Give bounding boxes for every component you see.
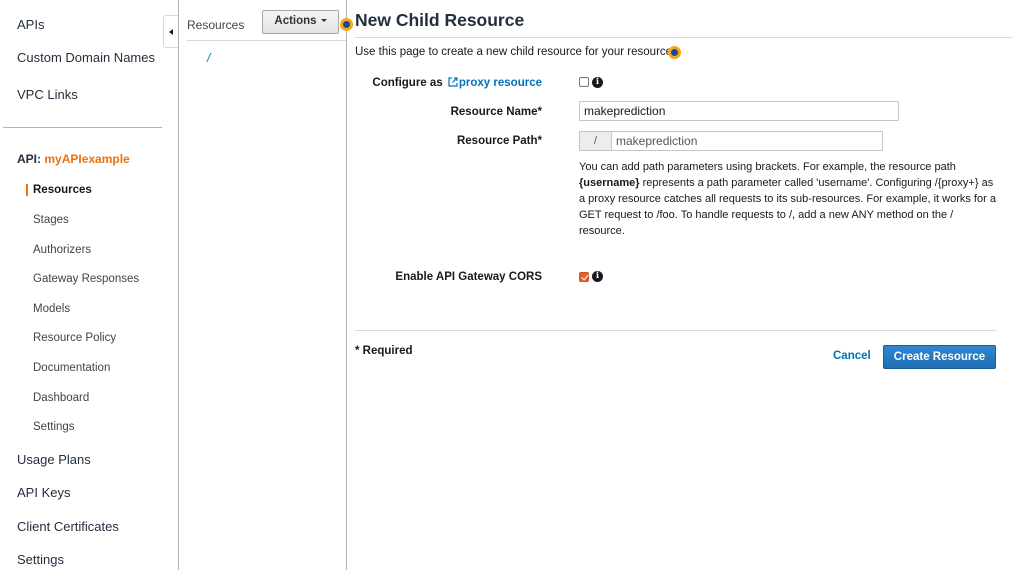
resource-path-label: Resource Path* xyxy=(456,135,542,147)
nav-item-stages[interactable]: Stages xyxy=(33,214,69,226)
nav-item-vpc-links[interactable]: VPC Links xyxy=(17,87,78,102)
actions-dropdown-button[interactable]: Actions xyxy=(262,10,339,34)
nav-item-usage-plans[interactable]: Usage Plans xyxy=(17,452,91,467)
nav-item-resources[interactable]: Resources xyxy=(33,184,92,196)
proxy-label-prefix: Configure as xyxy=(372,77,443,89)
intro-text-content: Use this page to create a new child reso… xyxy=(355,46,676,58)
nav-divider xyxy=(3,127,162,128)
intro-text: Use this page to create a new child reso… xyxy=(355,46,675,58)
resources-heading: Resources xyxy=(187,18,245,32)
active-indicator xyxy=(26,184,28,196)
proxy-label: Configure as proxy resource xyxy=(372,77,542,89)
proxy-resource-link[interactable]: proxy resource xyxy=(446,77,542,89)
nav-item-api-settings[interactable]: Settings xyxy=(33,421,75,433)
actions-label: Actions xyxy=(274,15,317,27)
cancel-button[interactable]: Cancel xyxy=(833,350,871,362)
nav-item-api-keys[interactable]: API Keys xyxy=(17,485,70,500)
proxy-link-text: proxy resource xyxy=(458,77,542,89)
cors-checkbox[interactable] xyxy=(579,272,589,282)
title-divider xyxy=(355,37,1012,38)
nav-item-gateway-responses[interactable]: Gateway Responses xyxy=(33,273,139,285)
api-prefix: API: xyxy=(17,152,41,166)
cors-label: Enable API Gateway CORS xyxy=(395,271,542,283)
external-link-icon xyxy=(448,77,458,87)
resource-name-label: Resource Name* xyxy=(450,106,542,118)
resources-divider xyxy=(187,40,346,41)
api-title: API: myAPIexample xyxy=(17,152,130,166)
nav-item-apis[interactable]: APIs xyxy=(17,17,44,32)
caret-down-icon xyxy=(320,19,327,23)
proxy-resource-checkbox[interactable] xyxy=(579,77,589,87)
main-content: New Child Resource Use this page to crea… xyxy=(347,0,1017,570)
nav-item-documentation[interactable]: Documentation xyxy=(33,362,110,374)
resource-path-input[interactable] xyxy=(613,132,882,150)
nav-item-models[interactable]: Models xyxy=(33,303,70,315)
form-divider xyxy=(355,330,996,331)
nav-item-custom-domain-names[interactable]: Custom Domain Names xyxy=(17,50,155,65)
required-note: * Required xyxy=(355,345,413,357)
resource-path-field: / xyxy=(579,131,883,151)
path-help-text: You can add path parameters using bracke… xyxy=(579,159,999,239)
help-text-2: represents a path parameter called 'user… xyxy=(579,177,996,237)
info-icon[interactable]: i xyxy=(592,271,603,282)
nav-item-dashboard[interactable]: Dashboard xyxy=(33,392,89,404)
resource-name-input[interactable] xyxy=(579,101,899,121)
help-text-username: {username} xyxy=(579,177,640,189)
help-text-1: You can add path parameters using bracke… xyxy=(579,161,956,173)
left-nav: APIs Custom Domain Names VPC Links API: … xyxy=(0,0,163,570)
nav-item-authorizers[interactable]: Authorizers xyxy=(33,244,91,256)
collapse-sidebar-button[interactable] xyxy=(163,15,179,48)
resources-panel: Resources Actions / xyxy=(179,0,346,570)
api-name-link[interactable]: myAPIexample xyxy=(44,152,129,166)
chevron-left-icon xyxy=(169,29,173,35)
nav-item-resource-policy[interactable]: Resource Policy xyxy=(33,332,116,344)
highlight-marker-icon xyxy=(668,46,681,59)
create-resource-button[interactable]: Create Resource xyxy=(883,345,996,369)
nav-item-client-certificates[interactable]: Client Certificates xyxy=(17,519,119,534)
info-icon[interactable]: i xyxy=(592,77,603,88)
resource-path-prefix: / xyxy=(580,132,612,150)
page-title: New Child Resource xyxy=(355,10,525,30)
nav-item-settings[interactable]: Settings xyxy=(17,552,64,567)
resource-tree-root[interactable]: / xyxy=(207,51,210,65)
